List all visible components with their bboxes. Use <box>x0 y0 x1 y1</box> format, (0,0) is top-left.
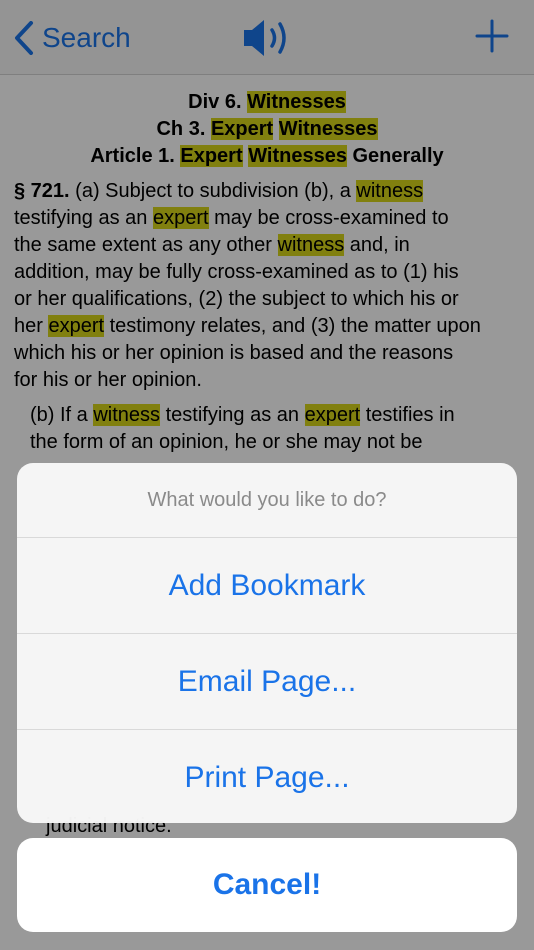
action-sheet: What would you like to do? Add Bookmark … <box>17 463 517 823</box>
cancel-button[interactable]: Cancel! <box>17 838 517 932</box>
print-page-button[interactable]: Print Page... <box>17 730 517 823</box>
email-page-button[interactable]: Email Page... <box>17 634 517 730</box>
action-sheet-title: What would you like to do? <box>17 463 517 538</box>
add-bookmark-button[interactable]: Add Bookmark <box>17 538 517 634</box>
